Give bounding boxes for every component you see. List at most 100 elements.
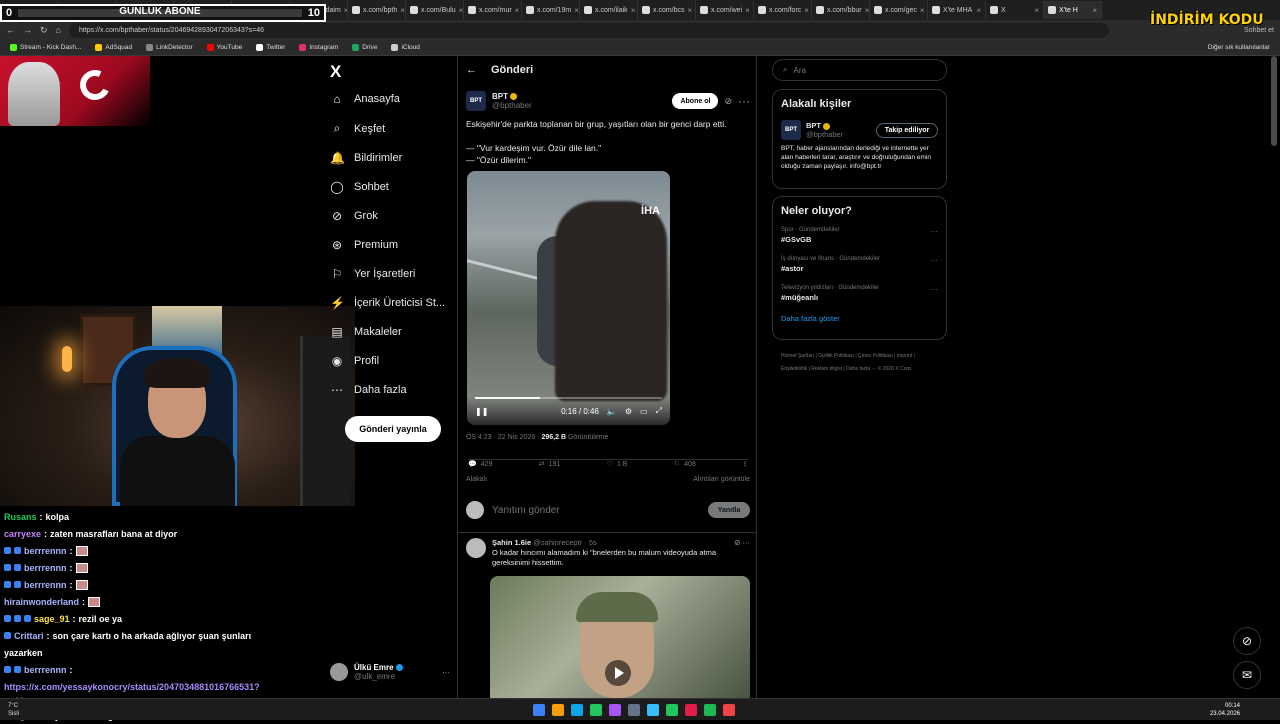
fullscreen-icon[interactable]: ⤢: [656, 406, 662, 416]
taskbar-app-icon[interactable]: [533, 703, 545, 716]
taskbar-app-icon[interactable]: [590, 703, 602, 716]
volume-icon[interactable]: 🔈: [607, 407, 617, 416]
chat-username[interactable]: Rusans: [4, 512, 37, 522]
close-icon[interactable]: ×: [920, 6, 925, 15]
close-icon[interactable]: ×: [631, 6, 636, 15]
post-button[interactable]: Gönderi yayınla: [345, 416, 441, 442]
nav-item-more[interactable]: ⋯ Daha fazla: [330, 383, 407, 397]
nav-item-search[interactable]: ⌕ Keşfet: [330, 121, 386, 136]
author-avatar[interactable]: BPT: [466, 91, 486, 111]
browser-tab[interactable]: x.com/bpth ×: [348, 1, 406, 19]
nav-item-profile[interactable]: ◉ Profil: [330, 354, 379, 368]
trend-item[interactable]: İş dünyası ve finans · Gündemdekiler #ast…: [781, 256, 938, 273]
reply-action[interactable]: 💬 429: [468, 460, 492, 469]
browser-tab[interactable]: x.com/19m ×: [522, 1, 580, 19]
chat-username[interactable]: hirainwonderland: [4, 597, 79, 607]
taskbar-app-icon[interactable]: [571, 703, 583, 716]
author-avatar[interactable]: BPT: [781, 120, 801, 140]
footer-links[interactable]: Hizmet Şartları | Gizlilik Politikası | …: [781, 350, 941, 376]
following-button[interactable]: Takip ediliyor: [876, 122, 938, 138]
grok-fab-icon[interactable]: ⊘: [1233, 627, 1261, 655]
browser-tab[interactable]: X'te MHA ×: [928, 1, 986, 19]
taskbar-app-icon[interactable]: [552, 703, 564, 716]
close-icon[interactable]: ×: [1092, 6, 1097, 15]
bookmark-item[interactable]: Drive: [352, 44, 377, 51]
more-icon[interactable]: ···: [930, 227, 938, 236]
bookmark-item[interactable]: Twitter: [256, 44, 285, 51]
taskbar-app-icon[interactable]: [609, 703, 621, 716]
chat-username[interactable]: Crittari: [14, 631, 44, 641]
back-icon[interactable]: ←: [6, 25, 15, 35]
bookmark-item[interactable]: YouTube: [206, 44, 242, 51]
messages-fab-icon[interactable]: ✉: [1233, 661, 1261, 689]
other-bookmarks[interactable]: Diğer sık kullanılanlar: [1208, 44, 1270, 51]
browser-tab[interactable]: x.com/ilaik ×: [580, 1, 638, 19]
chat-username[interactable]: carryexe: [4, 529, 41, 539]
like-action[interactable]: ♡ 1 B: [607, 460, 628, 469]
reply-author[interactable]: Şahin 1.6ie: [492, 538, 531, 547]
close-icon[interactable]: ×: [745, 6, 750, 15]
back-arrow-icon[interactable]: ←: [466, 64, 477, 76]
pause-icon[interactable]: ❚❚: [475, 407, 488, 416]
home-icon[interactable]: ⌂: [56, 25, 61, 35]
close-icon[interactable]: ×: [865, 6, 869, 15]
close-icon[interactable]: ×: [976, 6, 981, 15]
author-name[interactable]: BPT: [492, 92, 508, 101]
nav-item-article[interactable]: ▤ Makaleler: [330, 325, 401, 339]
close-icon[interactable]: ×: [459, 6, 463, 15]
search-input[interactable]: ⌕ Ara: [772, 59, 947, 81]
chat-username[interactable]: berrrennn: [24, 580, 67, 590]
chat-username[interactable]: berrrennn: [24, 665, 67, 675]
play-icon[interactable]: [605, 660, 631, 686]
scrollbar[interactable]: [1271, 56, 1277, 146]
bookmark-item[interactable]: Stream - Kick Dash...: [10, 44, 81, 51]
nav-item-chat[interactable]: ◯ Sohbet: [330, 180, 389, 194]
nav-item-home[interactable]: ⌂ Anasayfa: [330, 92, 400, 106]
show-more-link[interactable]: Daha fazla göster: [781, 314, 938, 323]
bookmark-item[interactable]: LinkDetector: [146, 44, 193, 51]
avatar[interactable]: [466, 538, 486, 558]
chat-username[interactable]: berrrennn: [24, 563, 67, 573]
forward-icon[interactable]: →: [23, 25, 32, 35]
settings-icon[interactable]: ⚙: [625, 407, 632, 416]
bookmark-item[interactable]: AdSquad: [95, 44, 132, 51]
more-icon[interactable]: ⊘ ···: [734, 538, 750, 548]
more-icon[interactable]: ···: [930, 285, 938, 294]
bookmark-action[interactable]: ⚐ 408: [674, 460, 696, 469]
browser-tab[interactable]: x.com/mur ×: [464, 1, 522, 19]
chat-username[interactable]: sage_91: [34, 614, 70, 624]
nav-item-grok[interactable]: ⊘ Grok: [330, 209, 378, 223]
nav-item-creator[interactable]: ⚡ İçerik Üreticisi St...: [330, 296, 445, 310]
pip-icon[interactable]: ▭: [640, 407, 648, 416]
browser-tab[interactable]: x.com/Bulu ×: [406, 1, 464, 19]
close-icon[interactable]: ×: [688, 6, 693, 15]
browser-tab[interactable]: x.com/bcs ×: [638, 1, 696, 19]
browser-tab[interactable]: x.com/wei ×: [696, 1, 754, 19]
nav-item-bell[interactable]: 🔔 Bildirimler: [330, 151, 402, 165]
taskbar-app-icon[interactable]: [704, 703, 716, 716]
account-switcher[interactable]: Ülkü Emre @ulk_emre ···: [330, 660, 450, 684]
repost-action[interactable]: ⇄ 191: [539, 460, 561, 469]
close-icon[interactable]: ×: [804, 6, 809, 15]
taskbar-app-icon[interactable]: [723, 703, 735, 716]
taskbar-app-icon[interactable]: [666, 703, 678, 716]
nav-item-premium[interactable]: ⊛ Premium: [330, 238, 398, 252]
post-video[interactable]: İHA ❚❚ 0:16 / 0:46 🔈 ⚙ ▭ ⤢: [467, 171, 670, 425]
close-icon[interactable]: ×: [574, 6, 579, 15]
reload-icon[interactable]: ↻: [40, 25, 48, 36]
browser-tab[interactable]: x.com/forc ×: [754, 1, 812, 19]
more-icon[interactable]: ···: [738, 94, 750, 108]
url-field[interactable]: https://x.com/bpthaber/status/2046942893…: [68, 22, 1109, 38]
bookmark-item[interactable]: Instagram: [299, 44, 338, 51]
more-icon[interactable]: ···: [930, 256, 938, 265]
nav-item-bookmark[interactable]: ⚐ Yer İşaretleri: [330, 267, 416, 281]
reply-tweet[interactable]: Şahin 1.6ie @sahinreceptr · 5s ⊘ ··· O ka…: [466, 538, 750, 568]
x-logo[interactable]: X: [330, 62, 341, 82]
taskbar-app-icon[interactable]: [685, 703, 697, 716]
taskbar-app-icon[interactable]: [647, 703, 659, 716]
view-quotes-link[interactable]: Alıntıları görüntüle: [693, 476, 750, 483]
share-icon[interactable]: ⇪: [742, 460, 748, 468]
subscribe-button[interactable]: Abone ol: [672, 93, 719, 109]
close-icon[interactable]: ×: [1034, 6, 1039, 15]
browser-tab[interactable]: X ×: [986, 1, 1044, 19]
